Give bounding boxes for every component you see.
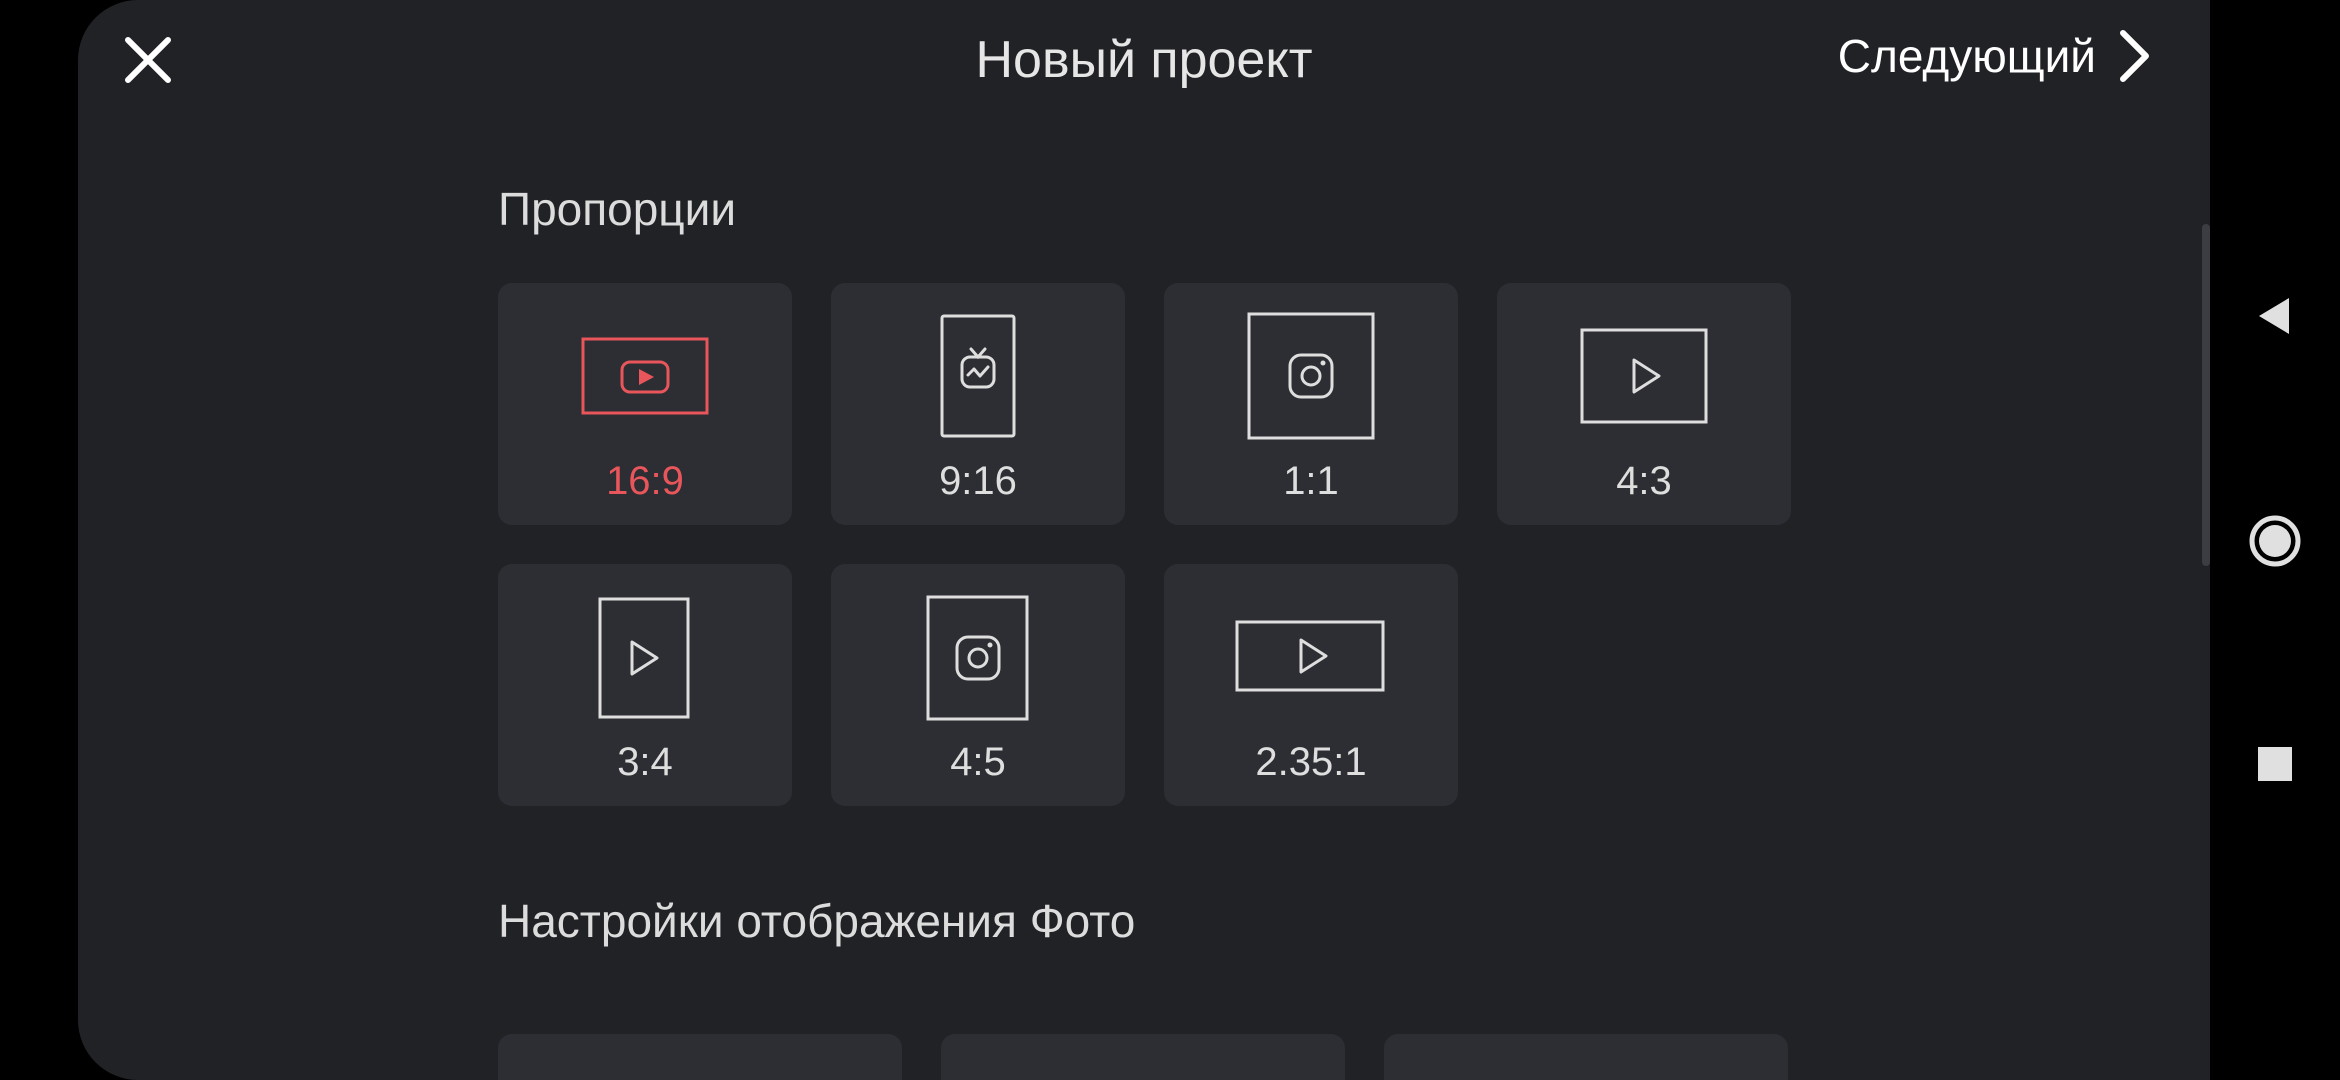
system-navigation-bar — [2210, 0, 2340, 1080]
youtube-icon — [581, 337, 709, 415]
aspect-section-title: Пропорции — [498, 183, 737, 235]
play-icon — [598, 597, 690, 719]
igtv-icon — [940, 314, 1016, 438]
aspect-tile-1-1[interactable]: 1:1 — [1164, 283, 1458, 525]
photo-option-card[interactable] — [498, 1034, 902, 1080]
aspect-tile-4-3[interactable]: 4:3 — [1497, 283, 1791, 525]
recents-square-icon — [2258, 747, 2292, 781]
next-button-label: Следующий — [1837, 30, 2096, 82]
play-icon — [1235, 620, 1385, 692]
aspect-label: 4:5 — [950, 740, 1006, 784]
aspect-tile-3-4[interactable]: 3:4 — [498, 564, 792, 806]
home-button[interactable] — [2235, 501, 2315, 581]
next-button[interactable]: Следующий — [1838, 28, 2152, 84]
recents-button[interactable] — [2235, 724, 2315, 804]
instagram-icon — [926, 595, 1029, 721]
aspect-tile-16-9[interactable]: 16:9 — [498, 283, 792, 525]
home-circle-icon — [2249, 515, 2301, 567]
aspect-label: 9:16 — [939, 459, 1017, 503]
new-project-screen: Новый проект Следующий Пропорции 16:9 9:… — [78, 0, 2210, 1080]
top-bar: Новый проект Следующий — [78, 0, 2210, 130]
aspect-tile-2-35-1[interactable]: 2.35:1 — [1164, 564, 1458, 806]
photo-option-card[interactable] — [1384, 1034, 1788, 1080]
aspect-tile-9-16[interactable]: 9:16 — [831, 283, 1125, 525]
back-button[interactable] — [2235, 276, 2315, 356]
play-icon — [1580, 328, 1708, 424]
aspect-label: 4:3 — [1616, 459, 1672, 503]
aspect-label: 3:4 — [617, 740, 673, 784]
chevron-right-icon — [2120, 30, 2149, 82]
aspect-label: 16:9 — [606, 459, 684, 503]
instagram-icon — [1247, 312, 1375, 440]
aspect-tile-4-5[interactable]: 4:5 — [831, 564, 1125, 806]
photo-option-card[interactable] — [941, 1034, 1345, 1080]
scrollbar[interactable] — [2202, 224, 2210, 566]
photo-section-title: Настройки отображения Фото — [498, 895, 1136, 947]
aspect-label: 1:1 — [1283, 459, 1339, 503]
aspect-label: 2.35:1 — [1255, 740, 1367, 784]
back-triangle-icon — [2259, 298, 2289, 334]
